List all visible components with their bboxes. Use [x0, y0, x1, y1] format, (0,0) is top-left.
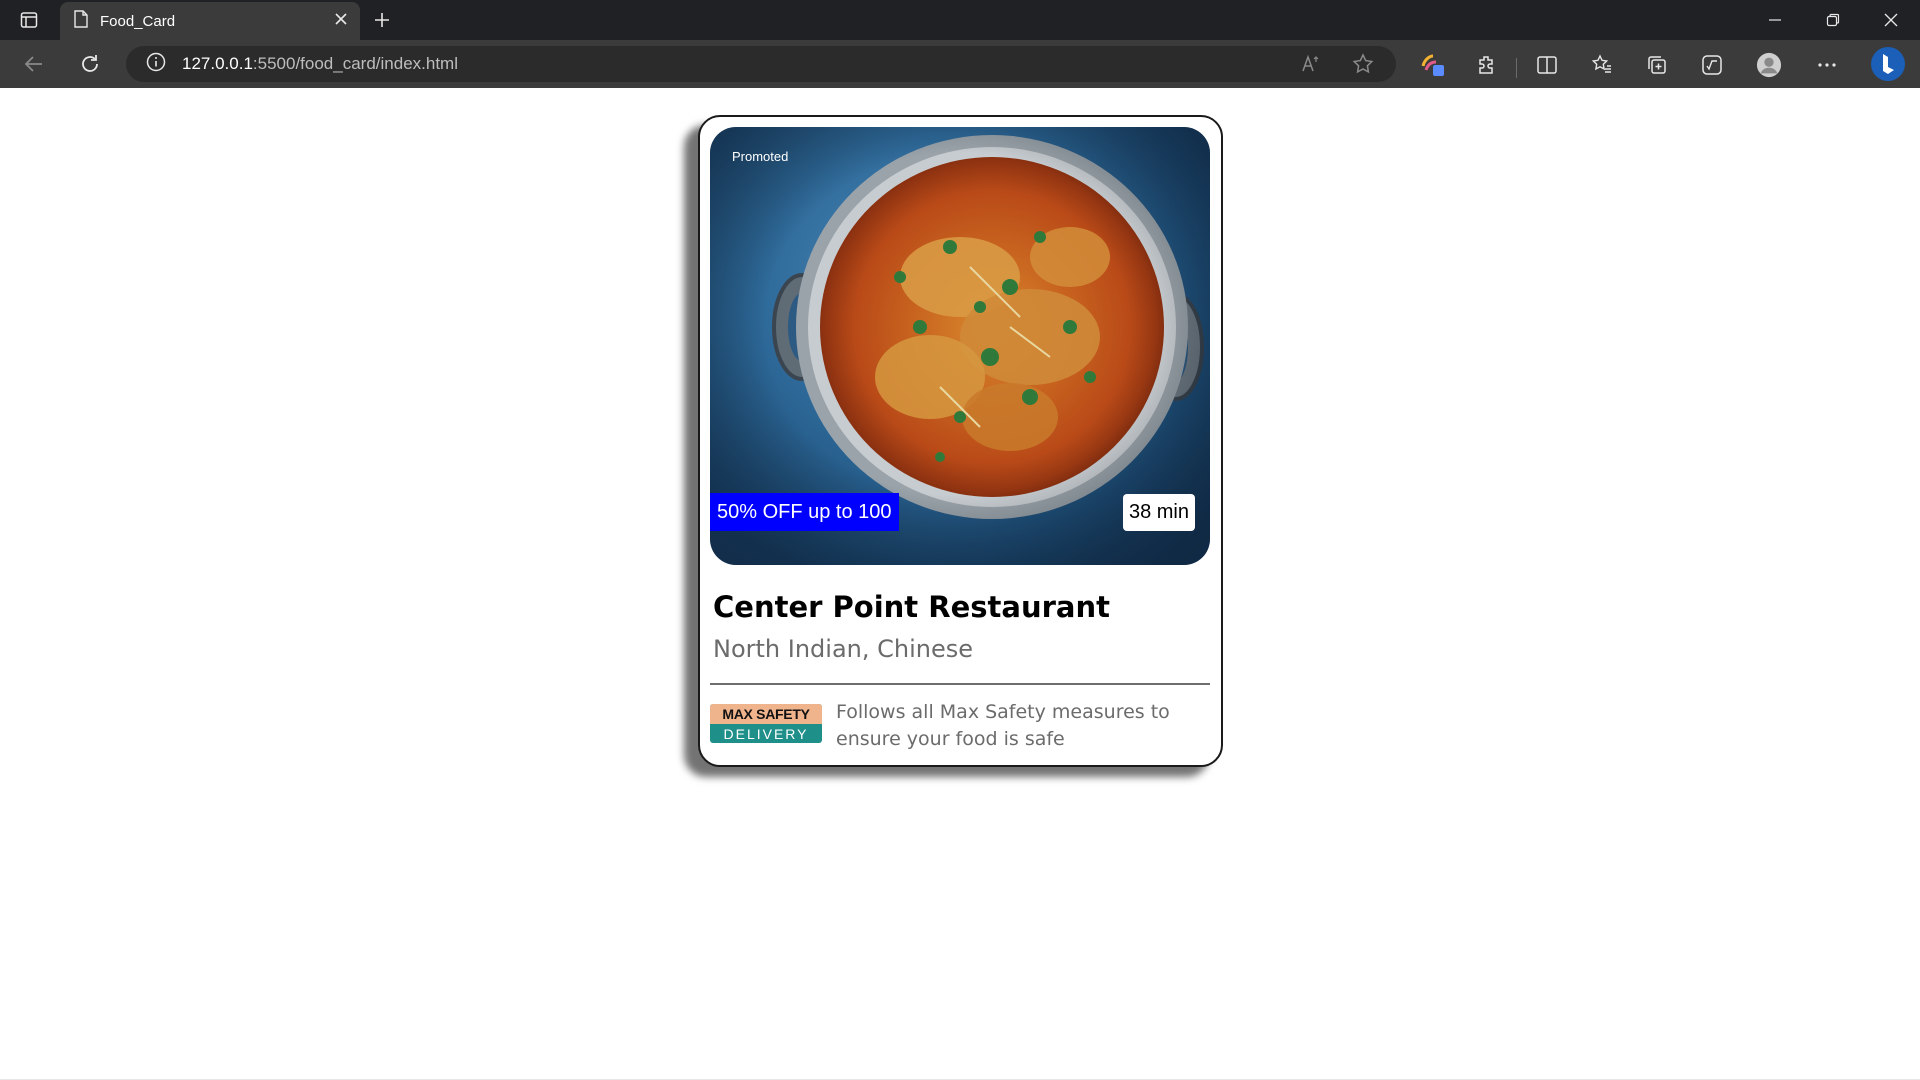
collections-icon[interactable] [1644, 52, 1670, 78]
math-solver-icon[interactable] [1699, 52, 1725, 78]
split-screen-icon[interactable] [1534, 52, 1560, 78]
site-info-icon[interactable] [146, 52, 166, 77]
browser-tabbar: Food_Card [0, 0, 1920, 40]
toolbar-divider [1516, 58, 1517, 78]
tab-title: Food_Card [100, 12, 176, 30]
profile-avatar-icon[interactable] [1756, 52, 1782, 78]
delivery-time-badge: 38 min [1122, 494, 1195, 531]
bing-chat-icon[interactable] [1870, 46, 1906, 82]
close-window-icon[interactable] [1862, 0, 1920, 40]
food-image: Promoted 50% OFF up to 100 38 min [710, 127, 1210, 565]
safety-description: Follows all Max Safety measures to ensur… [836, 701, 1170, 750]
refresh-icon[interactable] [76, 50, 104, 78]
address-bar[interactable]: 127.0.0.1:5500/food_card/index.html [126, 46, 1396, 82]
back-arrow-icon[interactable] [20, 50, 48, 78]
page-content: Promoted 50% OFF up to 100 38 min Center… [0, 88, 1920, 1080]
favorite-star-icon[interactable] [1352, 53, 1374, 80]
offer-badge: 50% OFF up to 100 [710, 493, 899, 531]
restore-icon[interactable] [1804, 0, 1862, 40]
read-aloud-icon[interactable] [1300, 53, 1322, 80]
close-tab-icon[interactable] [334, 12, 348, 31]
favorites-list-icon[interactable] [1589, 52, 1615, 78]
card-divider [710, 683, 1210, 685]
new-tab-icon[interactable] [370, 8, 394, 32]
url-text[interactable]: 127.0.0.1:5500/food_card/index.html [182, 54, 458, 74]
max-safety-logo: MAX SAFETY DELIVERY [710, 704, 822, 743]
restaurant-name[interactable]: Center Point Restaurant [713, 590, 1110, 624]
extensions-puzzle-icon[interactable] [1474, 52, 1500, 78]
minimize-icon[interactable] [1746, 0, 1804, 40]
tab-food-card[interactable]: Food_Card [60, 2, 360, 40]
more-options-icon[interactable] [1814, 52, 1840, 78]
promoted-badge: Promoted [732, 149, 789, 164]
food-card[interactable]: Promoted 50% OFF up to 100 38 min Center… [698, 115, 1223, 767]
tab-actions-icon[interactable] [18, 9, 40, 31]
browser-toolbar: 127.0.0.1:5500/food_card/index.html [0, 40, 1920, 88]
page-icon [74, 9, 88, 33]
cuisine-text: North Indian, Chinese [713, 635, 974, 663]
copilot-extension-icon[interactable] [1420, 52, 1446, 78]
